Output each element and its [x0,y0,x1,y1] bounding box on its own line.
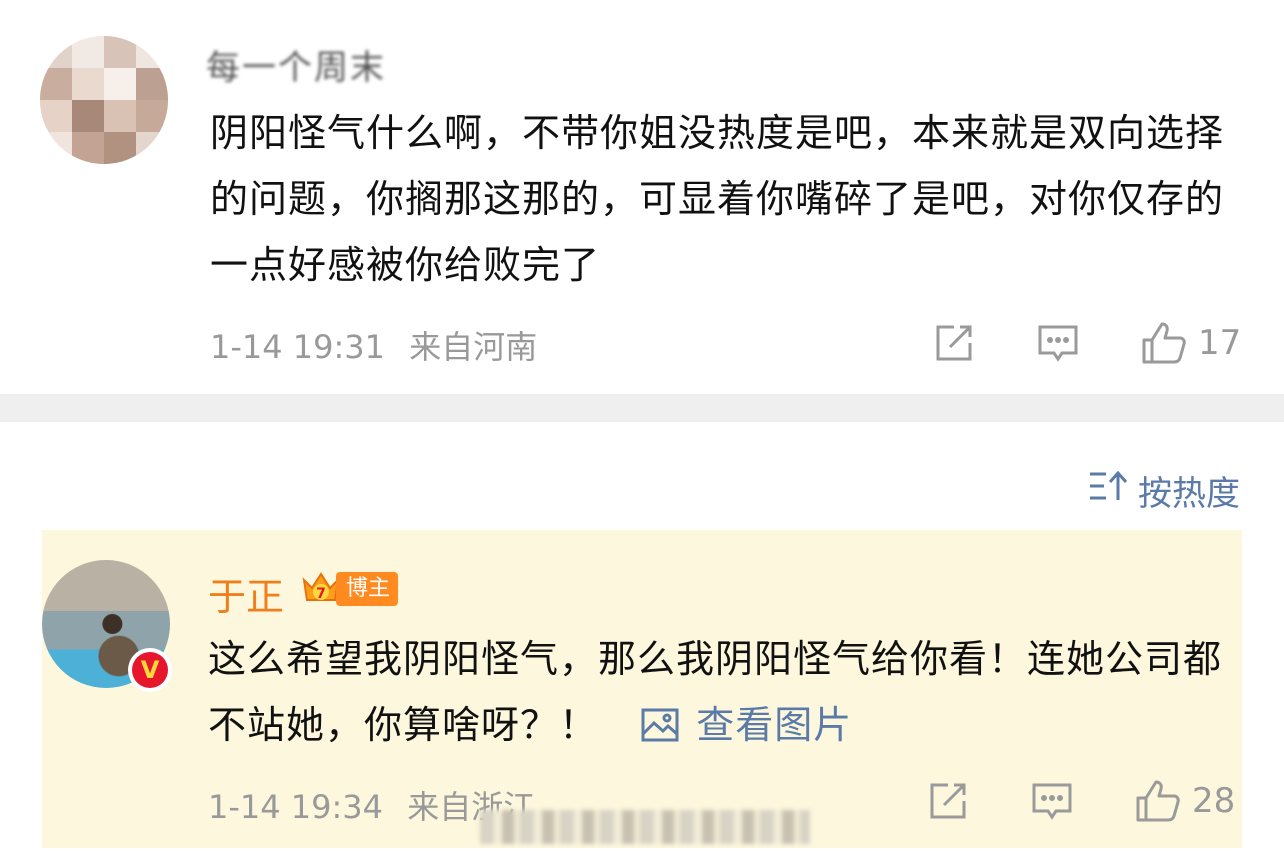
blogger-badge: 博主 [336,572,399,606]
timestamp: 1-14 19:31 [210,328,386,366]
comment-actions: 28 [926,778,1235,824]
share-icon [926,779,970,823]
avatar[interactable] [40,36,168,164]
sort-label: 按热度 [1138,474,1240,514]
section-divider [0,394,1284,422]
comment-item: 每一个周末 阴阳怪气什么啊，不带你姐没热度是吧，本来就是双向选择的问题，你搁那这… [0,0,1284,394]
comment-actions: 17 [932,320,1241,366]
like-count: 28 [1192,781,1236,821]
username[interactable]: 于正 [208,566,284,621]
share-icon [932,321,976,365]
watermark [480,810,810,844]
like-button[interactable]: 17 [1140,320,1241,366]
view-picture-link[interactable]: 查看图片 [641,703,852,747]
reply-button[interactable] [1036,321,1080,365]
like-button[interactable]: 28 [1134,778,1235,824]
comment-text: 这么希望我阴阳怪气，那么我阴阳怪气给你看！连她公司都不站她，你算啥呀？！ 查看图… [208,626,1248,758]
verified-icon: V [128,648,172,692]
view-picture-label: 查看图片 [696,703,853,747]
like-icon [1140,320,1188,366]
like-icon [1134,778,1182,824]
svg-text:7: 7 [316,586,326,602]
share-button[interactable] [932,321,976,365]
reply-button[interactable] [1030,779,1074,823]
sort-icon [1088,468,1138,513]
timestamp: 1-14 19:34 [208,788,384,826]
like-count: 17 [1198,323,1242,363]
comment-icon [1030,779,1074,823]
sort-by-hot-button[interactable]: 按热度 [1088,466,1240,515]
share-button[interactable] [926,779,970,823]
username[interactable]: 每一个周末 [206,40,462,88]
comment-text: 阴阳怪气什么啊，不带你姐没热度是吧，本来就是双向选择的问题，你搁那这那的，可显着… [210,111,1225,287]
location: 来自河南 [409,328,538,366]
image-icon [641,703,696,747]
comment-icon [1036,321,1080,365]
comment-meta: 1-14 19:31 来自河南 [210,322,537,368]
